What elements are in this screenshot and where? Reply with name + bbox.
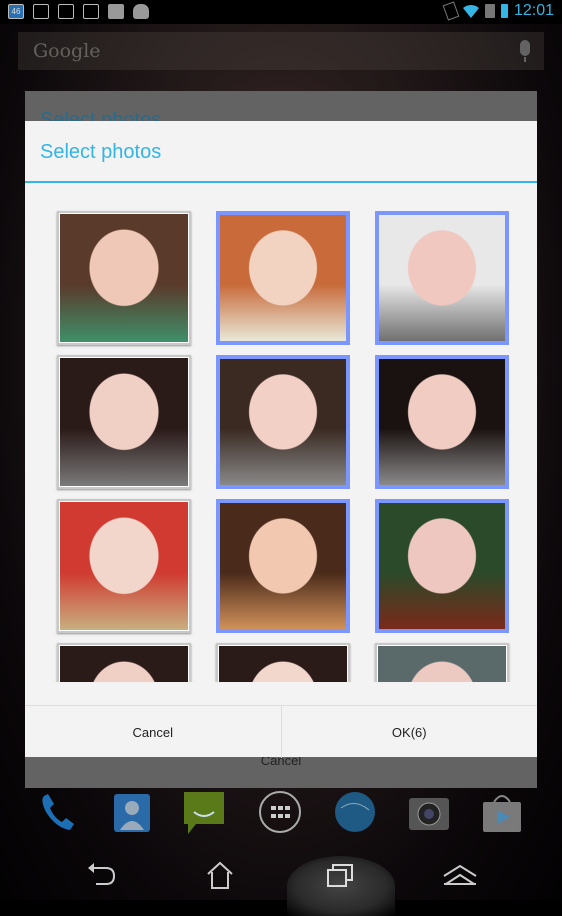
battery-saver-icon [83, 4, 99, 19]
photo-image [60, 358, 188, 486]
photo-thumbnail[interactable] [57, 355, 191, 489]
photo-image [60, 502, 188, 630]
messaging-icon[interactable] [182, 790, 226, 834]
dialog-button-bar: Cancel OK(6) [25, 705, 537, 758]
photo-image [378, 646, 506, 682]
cancel-button[interactable]: Cancel [25, 706, 281, 758]
home-icon[interactable] [200, 860, 240, 890]
battery-charging-icon [500, 4, 508, 18]
photo-image [379, 503, 505, 629]
dialog-title: Select photos [40, 141, 162, 163]
rotate-lock-icon [442, 1, 460, 21]
app-drawer-icon[interactable] [258, 790, 302, 834]
photo-thumbnail-selected[interactable] [216, 355, 350, 489]
recent-apps-icon[interactable] [320, 860, 360, 890]
back-icon[interactable] [82, 860, 122, 890]
sd-card-icon [108, 4, 124, 19]
photo-thumbnail[interactable] [216, 643, 350, 682]
menu-up-icon[interactable] [440, 860, 480, 890]
photo-thumbnail[interactable] [57, 211, 191, 345]
photo-thumbnail-selected[interactable] [375, 355, 509, 489]
signal-46-icon: 46 [8, 4, 24, 19]
android-icon [133, 4, 149, 19]
camera-icon[interactable] [407, 790, 451, 834]
play-store-icon[interactable] [480, 790, 524, 834]
photo-thumbnail-selected[interactable] [216, 211, 350, 345]
clock: 12:01 [513, 2, 554, 19]
photo-image [379, 359, 505, 485]
phone-icon[interactable] [36, 790, 80, 834]
photo-thumbnail[interactable] [57, 499, 191, 633]
photo-image [220, 503, 346, 629]
status-bar: 46 12:01 [0, 0, 562, 24]
dock [0, 788, 562, 844]
photo-thumbnail[interactable] [57, 643, 191, 682]
browser-icon[interactable] [333, 790, 377, 834]
wifi-icon [462, 5, 479, 18]
photo-thumbnail[interactable] [375, 643, 509, 682]
sim-unknown-icon [484, 4, 495, 18]
photo-image [60, 646, 188, 682]
photo-image [379, 215, 505, 341]
photo-thumbnail-selected[interactable] [216, 499, 350, 633]
photo-image [219, 646, 347, 682]
photo-image [220, 359, 346, 485]
gallery-icon [33, 4, 49, 19]
photo-image [60, 214, 188, 342]
gmail-icon [58, 4, 74, 19]
photo-thumbnail-selected[interactable] [375, 211, 509, 345]
contacts-icon[interactable] [110, 790, 154, 834]
ok-button[interactable]: OK(6) [280, 706, 538, 758]
select-photos-dialog: Select photos Cancel OK(6) [25, 121, 537, 758]
photo-thumbnail-selected[interactable] [375, 499, 509, 633]
photo-grid[interactable] [25, 183, 537, 682]
photo-image [220, 215, 346, 341]
